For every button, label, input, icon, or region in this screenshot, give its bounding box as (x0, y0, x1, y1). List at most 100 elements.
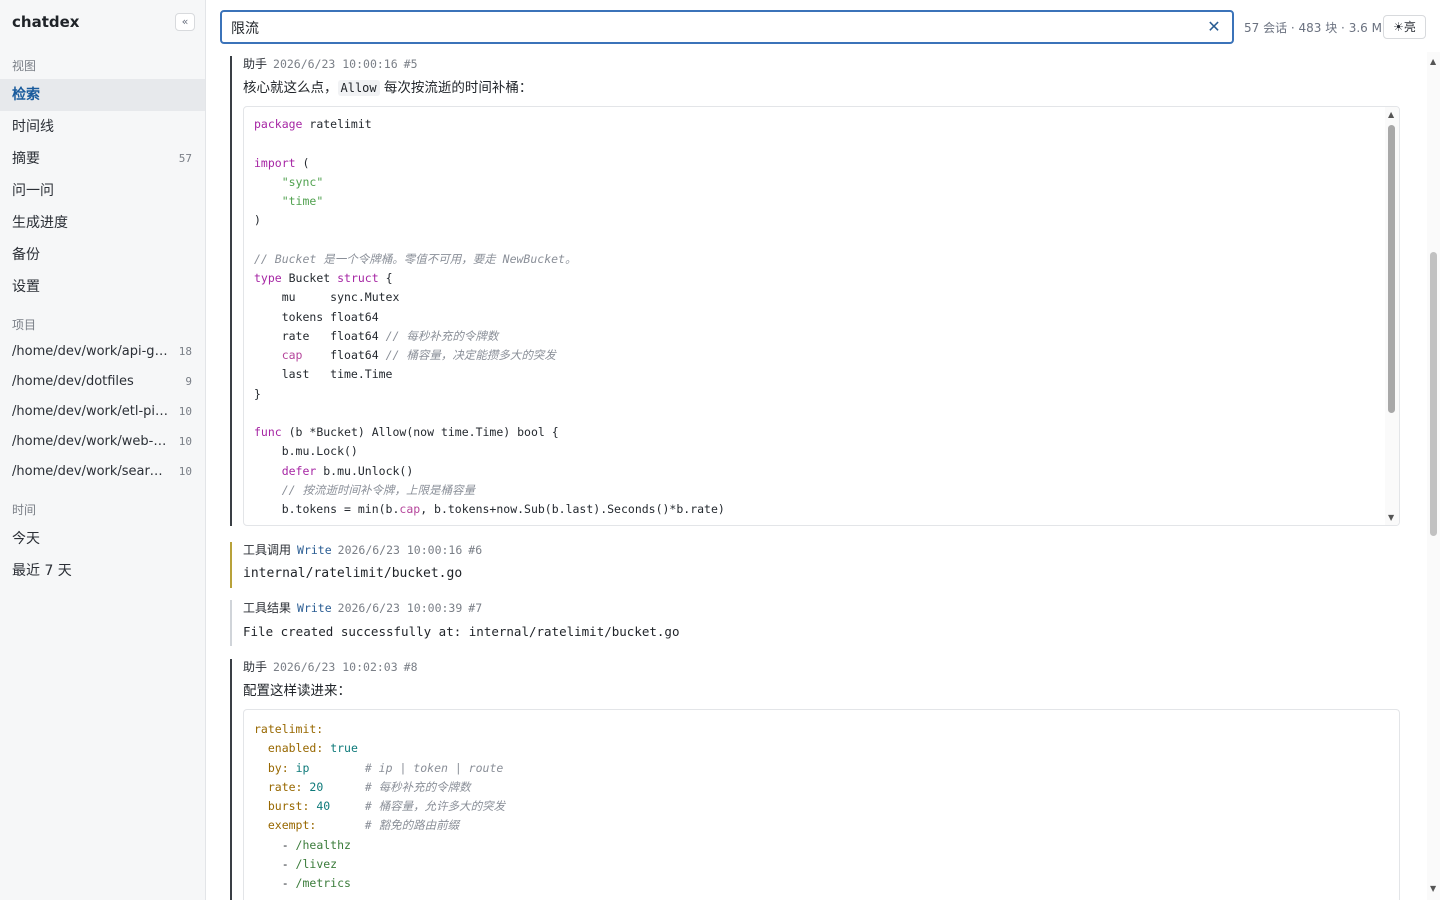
code-line: // 按流逝时间补令牌，上限是桶容量 (254, 481, 1389, 500)
message-time: 2026/6/23 10:00:16 (273, 57, 398, 71)
page-scroll-thumb[interactable] (1430, 252, 1437, 536)
code-line: tokens float64 (254, 309, 379, 324)
code-comment: // 桶容量，决定能攒多大的突发 (385, 348, 556, 362)
code-keyword: import (254, 155, 296, 170)
message-assistant: 助手 2026/6/23 10:02:03 #8 配置这样读进来： ratelimi… (230, 659, 1400, 900)
scroll-up-icon[interactable]: ▲ (1430, 57, 1436, 66)
message-header: 助手 2026/6/23 10:02:03 #8 (243, 659, 1400, 675)
page-scrollbar[interactable]: ▲ ▼ (1427, 52, 1440, 900)
sidebar-item-project[interactable]: /home/dev/work/web-c... 10 (0, 427, 205, 457)
code-line: mu sync.Mutex (254, 290, 400, 305)
sidebar-item-project[interactable]: /home/dev/dotfiles 9 (0, 367, 205, 397)
code-line: cap float64 // 桶容量，决定能攒多大的突发 (281, 348, 556, 362)
code-string: "sync" (281, 174, 324, 189)
message-index: #6 (468, 543, 483, 557)
sidebar-item-summary[interactable]: 摘要 57 (0, 143, 205, 175)
tool-name: Write (297, 601, 332, 615)
sidebar-item-today[interactable]: 今天 (0, 523, 205, 555)
code-line: } (254, 386, 261, 401)
scroll-down-icon[interactable]: ▼ (1430, 884, 1436, 893)
message-index: #7 (468, 601, 483, 615)
sidebar-item-ask[interactable]: 问一问 (0, 175, 205, 207)
sidebar-item-backup[interactable]: 备份 (0, 239, 205, 271)
project-path: /home/dev/dotfiles (12, 374, 134, 389)
code-comment: # ip | token | route (364, 760, 504, 775)
yaml-value: ip (295, 760, 310, 775)
scroll-down-icon[interactable]: ▼ (1388, 513, 1394, 522)
yaml-value: 20 (309, 779, 324, 794)
code-scrollbar[interactable]: ▲ ▼ (1385, 107, 1399, 525)
sidebar-item-label: 检索 (12, 87, 40, 103)
code-field: cap (281, 348, 303, 362)
code-string: "time" (281, 194, 324, 208)
time-section-label: 时间 (12, 503, 37, 517)
sidebar-item-label: 设置 (12, 279, 40, 295)
search-box: ✕ (220, 10, 1234, 44)
views-section-label: 视图 (12, 59, 37, 73)
code-comment: # 豁免的路由前缀 (364, 818, 460, 833)
sidebar-item-label: 生成进度 (12, 215, 68, 231)
code-keyword: func (254, 425, 282, 439)
message-role: 助手 (243, 660, 268, 674)
sidebar-item-label: 今天 (12, 531, 40, 547)
code-line: b.mu.Lock() (254, 444, 358, 459)
inline-code: Allow (337, 80, 380, 96)
code-line: type Bucket struct { (254, 271, 393, 285)
project-path: /home/dev/work/api-ga... (12, 344, 175, 359)
code-line: rate float64 // 每秒补充的令牌数 (254, 328, 499, 343)
sidebar-item-label: 备份 (12, 247, 40, 263)
project-path: /home/dev/work/etl-pip... (12, 404, 176, 419)
code-line: - /metrics (254, 876, 351, 890)
summary-count: 57 (178, 152, 192, 165)
sidebar-item-settings[interactable]: 设置 (0, 271, 205, 303)
code-line: import ( (254, 155, 310, 170)
code-comment: # 桶容量，允许多大的突发 (364, 799, 506, 813)
code-line: "sync" (254, 173, 1389, 192)
code-comment: # 每秒补充的令牌数 (364, 779, 471, 794)
projects-section-label: 项目 (12, 318, 37, 332)
sidebar-item-project[interactable]: /home/dev/work/api-ga... 18 (0, 337, 205, 367)
message-index: #8 (403, 660, 418, 674)
code-line: by: ip # ip | token | route (254, 759, 1389, 778)
theme-toggle-button[interactable]: ☀亮 (1383, 15, 1426, 39)
sidebar-item-project[interactable]: /home/dev/work/search... 10 (0, 457, 205, 487)
scroll-up-icon[interactable]: ▲ (1388, 110, 1394, 119)
sidebar-item-timeline[interactable]: 时间线 (0, 111, 205, 143)
message-role: 工具结果 (243, 601, 292, 615)
code-scroll-thumb[interactable] (1388, 125, 1395, 413)
code-line: - /livez (254, 856, 338, 871)
search-input[interactable] (231, 18, 1191, 38)
code-line: "time" (254, 192, 1389, 211)
code-line: enabled: true (254, 739, 1389, 758)
message-text: 核心就这么点， Allow 每次按流逝的时间补桶： (243, 78, 1400, 98)
code-block[interactable]: package ratelimit import ( "sync" "time"… (243, 106, 1400, 526)
yaml-key: enabled: (267, 741, 324, 756)
code-block[interactable]: ratelimit: enabled: true by: ip # ip | t… (243, 709, 1400, 900)
sidebar-item-label: 摘要 (12, 151, 40, 167)
message-text-part: 每次按流逝的时间补桶： (379, 80, 533, 96)
message-role: 工具调用 (243, 543, 292, 557)
sidebar-item-last-7-days[interactable]: 最近 7 天 (0, 555, 205, 587)
code-keyword: struct (337, 271, 379, 285)
project-count: 10 (178, 435, 192, 448)
code-line: defer b.mu.Unlock() (281, 463, 414, 478)
code-line: burst: 40 # 桶容量，允许多大的突发 (254, 797, 1389, 816)
code-content: ratelimit: enabled: true by: ip # ip | t… (244, 710, 1399, 900)
sidebar-item-search[interactable]: 检索 (0, 79, 205, 111)
code-keyword: type (254, 271, 282, 285)
code-line: package ratelimit (254, 117, 372, 131)
sidebar-item-progress[interactable]: 生成进度 (0, 207, 205, 239)
project-path: /home/dev/work/web-c... (12, 434, 173, 449)
results-pane: 助手 2026/6/23 10:00:16 #5 核心就这么点， Allow 每次按流… (206, 52, 1440, 900)
code-line: ) (254, 213, 261, 228)
collapse-sidebar-button[interactable]: « (175, 13, 195, 31)
sidebar: chatdex « 视图 检索 时间线 摘要 57 问一问 生成进度 备份 设置 … (0, 0, 206, 900)
message-index: #5 (403, 57, 418, 71)
sidebar-item-project[interactable]: /home/dev/work/etl-pip... 10 (0, 397, 205, 427)
code-line: b.tokens = min(b.cap, b.tokens+now.Sub(b… (254, 502, 725, 516)
project-count: 9 (185, 375, 192, 388)
clear-search-icon[interactable]: ✕ (1206, 17, 1222, 37)
message-time: 2026/6/23 10:00:39 (337, 601, 463, 615)
tool-name: Write (297, 543, 332, 557)
